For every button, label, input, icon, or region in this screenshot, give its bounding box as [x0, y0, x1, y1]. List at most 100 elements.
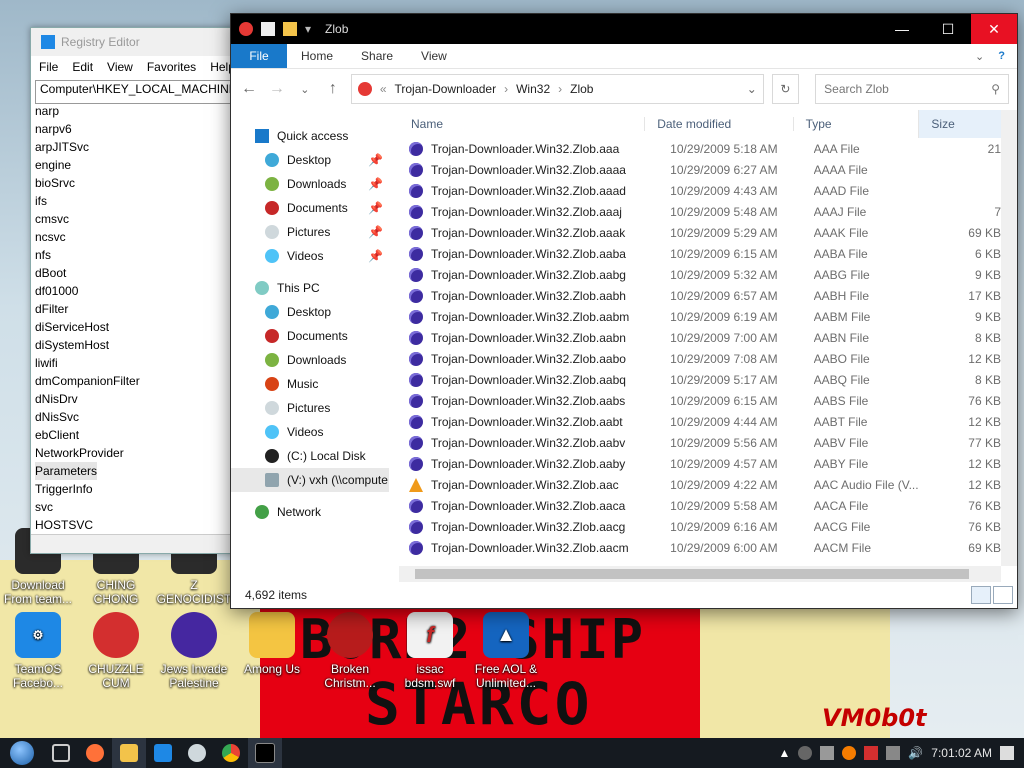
- microphone-icon[interactable]: [798, 746, 813, 760]
- column-header-size[interactable]: Size: [918, 110, 1001, 138]
- breadcrumb-separator-icon[interactable]: ›: [504, 82, 508, 96]
- column-header-name[interactable]: Name: [399, 117, 644, 131]
- nav-videos[interactable]: Videos 📌: [231, 244, 389, 268]
- nav-documents[interactable]: Documents 📌: [231, 196, 389, 220]
- terminal-taskbar-button[interactable]: [248, 738, 282, 768]
- menu-favorites[interactable]: Favorites: [147, 60, 196, 74]
- nav-pc-music[interactable]: Music: [231, 372, 389, 396]
- registry-key[interactable]: narp: [35, 102, 232, 120]
- registry-key[interactable]: ebClient: [35, 426, 232, 444]
- teamos-facebook-icon[interactable]: ⚙ TeamOS Facebo...: [0, 612, 76, 690]
- regedit-titlebar[interactable]: Registry Editor: [31, 28, 236, 56]
- registry-key[interactable]: ifs: [35, 192, 232, 210]
- registry-key[interactable]: diServiceHost: [35, 318, 232, 336]
- file-row[interactable]: Trojan-Downloader.Win32.Zlob.aabm 10/29/2…: [399, 306, 1001, 327]
- up-button[interactable]: ↑: [323, 78, 343, 100]
- forward-button[interactable]: →: [267, 78, 287, 100]
- file-row[interactable]: Trojan-Downloader.Win32.Zlob.aacm 10/29/2…: [399, 537, 1001, 558]
- nav-this-pc[interactable]: This PC: [231, 276, 389, 300]
- file-row[interactable]: Trojan-Downloader.Win32.Zlob.aaba 10/29/2…: [399, 243, 1001, 264]
- column-header-type[interactable]: Type: [792, 117, 919, 131]
- nav-pictures[interactable]: Pictures 📌: [231, 220, 389, 244]
- network-status-icon[interactable]: [886, 746, 901, 760]
- nav-network-drive[interactable]: (V:) vxh (\\compute: [231, 468, 389, 492]
- nav-pc-downloads[interactable]: Downloads: [231, 348, 389, 372]
- file-row[interactable]: Trojan-Downloader.Win32.Zlob.aaaa 10/29/2…: [399, 159, 1001, 180]
- registry-key[interactable]: diSystemHost: [35, 336, 232, 354]
- registry-editor-window[interactable]: Registry Editor File Edit View Favorites…: [30, 27, 237, 554]
- scrollbar-thumb[interactable]: [415, 569, 969, 579]
- menu-edit[interactable]: Edit: [72, 60, 93, 74]
- tab-view[interactable]: View: [407, 49, 461, 63]
- menu-view[interactable]: View: [107, 60, 133, 74]
- registry-key[interactable]: bioSrvc: [35, 174, 232, 192]
- nav-downloads[interactable]: Downloads 📌: [231, 172, 389, 196]
- vertical-scrollbar[interactable]: [1001, 110, 1017, 566]
- file-row[interactable]: Trojan-Downloader.Win32.Zlob.aabs 10/29/2…: [399, 390, 1001, 411]
- close-button[interactable]: ✕: [971, 14, 1017, 44]
- breadcrumb-item[interactable]: Win32: [516, 82, 550, 96]
- search-input[interactable]: Search Zlob ⚲: [815, 74, 1010, 104]
- registry-key[interactable]: dNisDrv: [35, 390, 232, 408]
- nav-network[interactable]: Network: [231, 500, 389, 524]
- registry-key[interactable]: ncsvc: [35, 228, 232, 246]
- nav-pc-pictures[interactable]: Pictures: [231, 396, 389, 420]
- among-us-icon[interactable]: Among Us: [234, 612, 310, 676]
- nav-pc-videos[interactable]: Videos: [231, 420, 389, 444]
- nav-pc-desktop[interactable]: Desktop: [231, 300, 389, 324]
- firefox-taskbar-button[interactable]: [78, 738, 112, 768]
- show-hidden-icons-icon[interactable]: ▲: [778, 746, 790, 760]
- start-button[interactable]: [0, 738, 44, 768]
- refresh-button[interactable]: ↻: [771, 74, 800, 104]
- tab-share[interactable]: Share: [347, 49, 407, 63]
- help-icon[interactable]: ?: [998, 50, 1005, 63]
- registry-key[interactable]: dmCompanionFilter: [35, 372, 232, 390]
- file-row[interactable]: Trojan-Downloader.Win32.Zlob.aabn 10/29/2…: [399, 327, 1001, 348]
- registry-key[interactable]: arpJITSvc: [35, 138, 232, 156]
- address-bar[interactable]: « Trojan-Downloader › Win32 › Zlob ⌄: [350, 74, 764, 104]
- breadcrumb-item[interactable]: Zlob: [570, 82, 593, 96]
- nav-pc-documents[interactable]: Documents: [231, 324, 389, 348]
- chuzzle-icon[interactable]: CHUZZLE CUM: [78, 612, 154, 690]
- registry-key[interactable]: cmsvc: [35, 210, 232, 228]
- registry-key[interactable]: NetworkProvider: [35, 444, 232, 462]
- registry-key[interactable]: df01000: [35, 282, 232, 300]
- column-header-date[interactable]: Date modified: [644, 117, 792, 131]
- app-orb-icon[interactable]: [239, 22, 253, 36]
- registry-key[interactable]: nfs: [35, 246, 232, 264]
- file-row[interactable]: Trojan-Downloader.Win32.Zlob.aaa 10/29/20…: [399, 138, 1001, 159]
- registry-key[interactable]: TriggerInfo: [35, 480, 232, 498]
- registry-key[interactable]: engine: [35, 156, 232, 174]
- explorer-titlebar[interactable]: ▾ Zlob — ☐ ✕: [231, 14, 1017, 44]
- file-explorer-taskbar-button[interactable]: [112, 738, 146, 768]
- task-view-button[interactable]: [44, 738, 78, 768]
- free-aol-icon[interactable]: ▲ Free AOL & Unlimited...: [468, 612, 544, 690]
- address-dropdown-icon[interactable]: ⌄: [747, 82, 757, 96]
- swf-file-icon[interactable]: f issac bdsm.swf: [392, 612, 468, 690]
- regedit-horizontal-scrollbar[interactable]: [31, 534, 236, 553]
- new-folder-icon[interactable]: [283, 22, 297, 36]
- customize-dropdown-icon[interactable]: ▾: [305, 22, 311, 36]
- file-row[interactable]: Trojan-Downloader.Win32.Zlob.aabt 10/29/2…: [399, 411, 1001, 432]
- notifications-icon[interactable]: [1000, 746, 1014, 760]
- file-row[interactable]: Trojan-Downloader.Win32.Zlob.aaby 10/29/2…: [399, 453, 1001, 474]
- large-icons-view-button[interactable]: [993, 586, 1013, 604]
- file-row[interactable]: Trojan-Downloader.Win32.Zlob.aabq 10/29/2…: [399, 369, 1001, 390]
- file-row[interactable]: Trojan-Downloader.Win32.Zlob.aac 10/29/20…: [399, 474, 1001, 495]
- registry-key[interactable]: svc: [35, 498, 232, 516]
- nav-local-disk[interactable]: (C:) Local Disk: [231, 444, 389, 468]
- file-explorer-window[interactable]: ▾ Zlob — ☐ ✕ File Home Share View ⌄ ? ← …: [230, 13, 1018, 609]
- store-taskbar-button[interactable]: [146, 738, 180, 768]
- tab-home[interactable]: Home: [287, 49, 347, 63]
- expand-ribbon-icon[interactable]: ⌄: [975, 50, 984, 63]
- file-row[interactable]: Trojan-Downloader.Win32.Zlob.aabg 10/29/2…: [399, 264, 1001, 285]
- file-row[interactable]: Trojan-Downloader.Win32.Zlob.aaaj 10/29/2…: [399, 201, 1001, 222]
- file-row[interactable]: Trojan-Downloader.Win32.Zlob.aabv 10/29/2…: [399, 432, 1001, 453]
- security-icon[interactable]: [864, 746, 879, 760]
- clock[interactable]: 7:01:02 AM: [931, 746, 992, 760]
- back-button[interactable]: ←: [239, 78, 259, 100]
- regedit-address-bar[interactable]: Computer\HKEY_LOCAL_MACHINE: [35, 80, 232, 104]
- volume-icon[interactable]: 🔊: [908, 746, 923, 760]
- file-row[interactable]: Trojan-Downloader.Win32.Zlob.aaad 10/29/2…: [399, 180, 1001, 201]
- registry-key[interactable]: dFilter: [35, 300, 232, 318]
